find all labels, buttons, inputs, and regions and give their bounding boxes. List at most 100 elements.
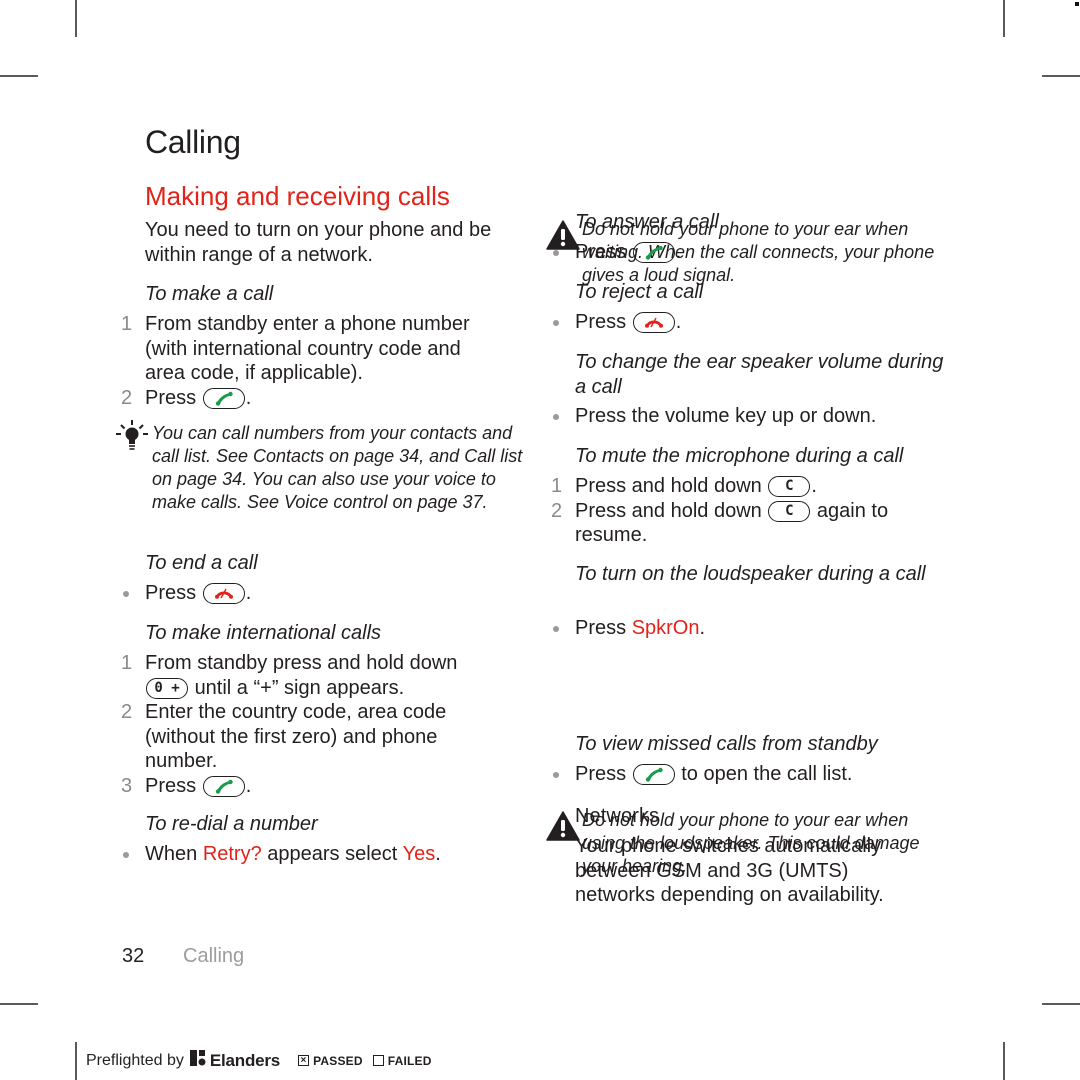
step-text: Press xyxy=(145,774,197,797)
registration-dot xyxy=(1075,2,1079,6)
clear-key-icon: C xyxy=(768,476,811,497)
call-key-icon xyxy=(202,775,245,797)
loudspeaker-heading: To turn on the loudspeaker during a call xyxy=(575,563,926,585)
intl-calls-steps: 1 From standby press and hold down 0 + un… xyxy=(116,651,506,798)
item-text: appears select xyxy=(261,843,403,865)
yes-softkey-label: Yes xyxy=(402,843,436,865)
networks-heading: Networks xyxy=(575,805,660,827)
crop-mark xyxy=(1003,0,1005,37)
checkbox-empty-icon xyxy=(372,1055,384,1066)
step: 1 From standby press and hold down 0 + un… xyxy=(116,651,506,700)
brand-name: Elanders xyxy=(209,1050,281,1070)
make-call-steps: 1 From standby enter a phone number (with… xyxy=(116,312,506,410)
bullet-item: Press SpkrOn. xyxy=(546,616,946,641)
bullet xyxy=(553,320,559,326)
preflight-label: Preflighted by xyxy=(86,1051,184,1069)
intl-calls-heading: To make international calls xyxy=(145,622,382,644)
brand: Elanders xyxy=(189,1050,281,1071)
mute-heading: To mute the microphone during a call xyxy=(575,445,904,467)
zero-plus-key-icon: 0 + xyxy=(146,677,188,699)
bullet xyxy=(553,772,559,778)
passed-checkbox[interactable]: × PASSED xyxy=(298,1054,363,1068)
step-number: 2 xyxy=(121,386,133,409)
step-text: Enter the country code, area code (witho… xyxy=(145,701,447,772)
item-text: . xyxy=(699,617,706,639)
call-key-icon xyxy=(632,242,675,263)
bullet xyxy=(553,250,559,256)
step-text: . xyxy=(245,386,252,409)
bullet xyxy=(553,626,559,632)
item-text: Press xyxy=(575,311,627,333)
step: 2 Press and hold down C again to resume. xyxy=(546,499,926,548)
chapter-title: Calling xyxy=(145,124,241,160)
step: 1 Press and hold down C. xyxy=(546,474,926,499)
footer-chapter: Calling xyxy=(183,945,245,967)
failed-label: FAILED xyxy=(387,1053,432,1068)
step-text: Press and hold down xyxy=(575,499,762,522)
step-text: . xyxy=(811,475,817,497)
bullet-item: Press to open the call list. xyxy=(546,762,946,787)
item-text: . xyxy=(435,843,441,865)
step-text: Press xyxy=(145,386,197,409)
item-text: Press xyxy=(575,617,632,639)
step: 2 Enter the country code, area code (with… xyxy=(116,700,506,774)
page-number: 32 xyxy=(122,945,145,967)
answer-heading: To answer a call xyxy=(575,211,719,233)
spkron-softkey-label: SpkrOn xyxy=(631,617,700,639)
redial-heading: To re-dial a number xyxy=(145,813,318,835)
networks-text: Your phone switches automatically betwee… xyxy=(575,835,884,906)
reject-heading: To reject a call xyxy=(575,281,704,303)
bullet xyxy=(123,852,129,858)
call-key-icon xyxy=(632,764,675,785)
retry-softkey-label: Retry? xyxy=(202,843,262,865)
bullet-item: Press . xyxy=(546,310,946,335)
item-text: Press xyxy=(145,582,197,604)
checkbox-checked-icon: × xyxy=(298,1055,310,1066)
bullet xyxy=(553,414,559,420)
step-number: 1 xyxy=(121,652,133,674)
crop-mark xyxy=(1042,1003,1080,1005)
step-number: 3 xyxy=(121,774,133,797)
item-text: Press the volume key up or down. xyxy=(575,405,877,427)
item-text: to open the call list. xyxy=(675,763,853,785)
missed-heading: To view missed calls from standby xyxy=(575,733,878,755)
crop-mark xyxy=(1042,75,1080,77)
lightbulb-icon xyxy=(112,418,152,460)
section-title: Making and receiving calls xyxy=(145,181,450,211)
mute-steps: 1 Press and hold down C. 2 Press and hold … xyxy=(546,474,926,548)
step-number: 1 xyxy=(121,313,133,335)
step-text: Press and hold down xyxy=(575,475,762,497)
bullet-item: Press . xyxy=(116,581,506,606)
failed-checkbox[interactable]: FAILED xyxy=(372,1053,432,1068)
item-text: When xyxy=(145,843,203,865)
key-label: C xyxy=(785,478,794,494)
intro-text: You need to turn on your phone and be wi… xyxy=(145,219,492,266)
elanders-logo-icon xyxy=(189,1050,206,1071)
end-key-icon xyxy=(632,312,675,333)
answer-list: Press . xyxy=(546,240,946,265)
missed-list: Press to open the call list. xyxy=(546,762,946,787)
end-call-list: Press . xyxy=(116,581,506,606)
tip-note: You can call numbers from your contacts … xyxy=(116,420,527,514)
loudspeaker-list: Press SpkrOn. xyxy=(546,616,946,641)
crop-mark xyxy=(1003,1042,1005,1080)
step-text: . xyxy=(245,774,252,797)
key-label: 0 + xyxy=(154,679,180,696)
step-text: until a “+” sign appears. xyxy=(194,676,405,699)
step: 3 Press . xyxy=(116,774,506,799)
call-key-icon xyxy=(202,387,245,409)
crop-mark xyxy=(75,0,77,37)
preflight-stamp: Preflighted by Elanders × PASSED FAILED xyxy=(86,1050,432,1071)
bullet-item: When Retry? appears select Yes. xyxy=(116,842,516,867)
step: 1 From standby enter a phone number (with… xyxy=(116,312,506,386)
passed-label: PASSED xyxy=(313,1053,363,1068)
item-text: . xyxy=(675,241,682,263)
clear-key-icon: C xyxy=(768,500,811,522)
crop-mark xyxy=(0,1003,38,1005)
item-text: Press xyxy=(575,763,627,785)
item-text: . xyxy=(245,582,252,604)
step-text: From standby enter a phone number (with … xyxy=(145,313,470,384)
step-number: 2 xyxy=(121,701,133,723)
step: 2 Press . xyxy=(116,386,506,411)
step-number: 2 xyxy=(551,499,563,522)
